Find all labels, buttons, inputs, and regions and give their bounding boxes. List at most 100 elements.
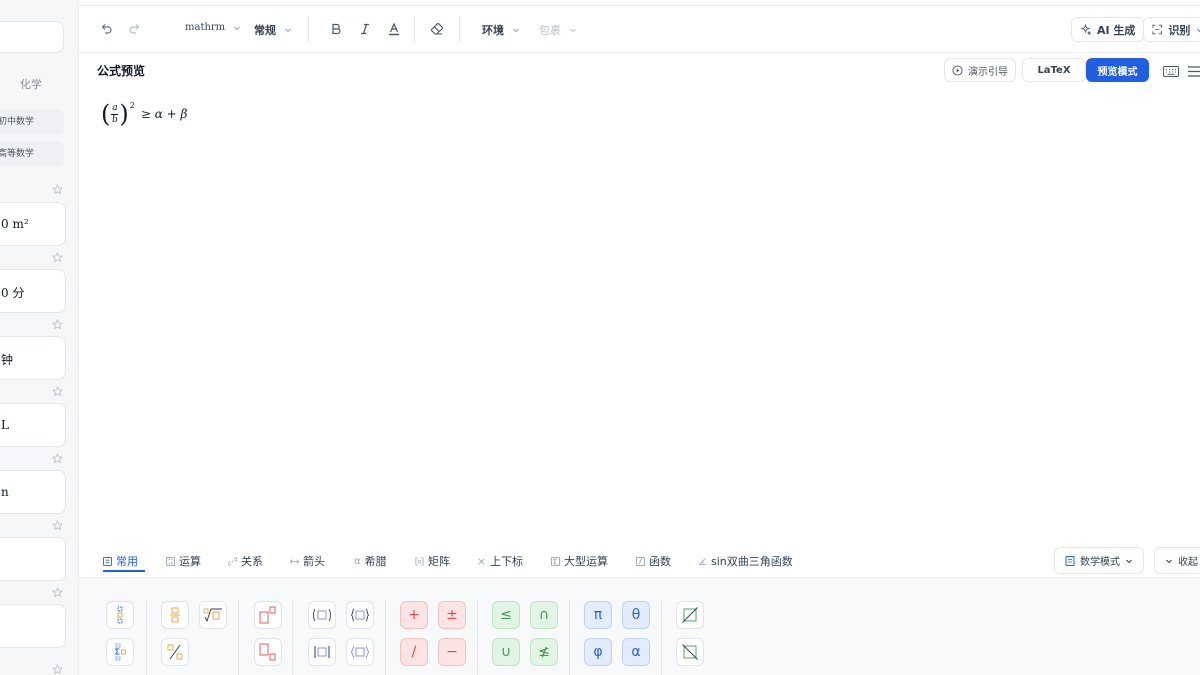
alpha-icon: α	[354, 555, 361, 567]
tab-common[interactable]: 常用	[103, 553, 138, 569]
ai-generate-button[interactable]: AI 生成	[1071, 17, 1145, 42]
redo-icon[interactable]	[128, 22, 142, 36]
plus-button[interactable]: +	[400, 601, 428, 629]
keyboard-icon[interactable]	[1163, 66, 1179, 77]
tab-operations[interactable]: 运算	[166, 553, 201, 569]
sidebar-card-text: 0 m²	[1, 217, 29, 231]
collapse-button[interactable]: 收起	[1154, 547, 1200, 574]
eraser-icon[interactable]	[430, 22, 444, 36]
sidebar-chip-advanced-math[interactable]: 高等数学	[0, 141, 64, 167]
tab-relations[interactable]: 关系	[228, 553, 263, 569]
sidebar-card[interactable]	[0, 604, 66, 648]
sidebar-tab-chemistry[interactable]: 化学	[20, 76, 42, 92]
star-icon[interactable]	[52, 664, 63, 675]
intersection-button[interactable]: ∩	[530, 601, 558, 629]
cross-cancel-template-button[interactable]	[676, 638, 704, 666]
sidebar-card[interactable]: n	[0, 470, 66, 514]
star-icon[interactable]	[52, 453, 63, 464]
tab-matrix[interactable]: 矩阵	[415, 553, 450, 569]
recognize-button[interactable]: 识别	[1143, 17, 1200, 42]
tab-large-operators[interactable]: 大型运算	[551, 553, 608, 569]
star-icon[interactable]	[52, 252, 63, 263]
tab-label: 上下标	[490, 555, 523, 568]
scan-icon	[1152, 24, 1162, 35]
undo-icon[interactable]	[99, 22, 113, 36]
star-icon[interactable]	[52, 520, 63, 531]
font-family-select[interactable]: mathrm	[185, 22, 241, 33]
guide-button[interactable]: 演示引导	[944, 58, 1016, 82]
star-icon[interactable]	[52, 319, 63, 330]
stack-template-button[interactable]	[106, 601, 134, 629]
tab-greek[interactable]: α 希腊	[354, 553, 387, 569]
document-icon	[1065, 555, 1075, 566]
fraction-template-button[interactable]	[161, 601, 189, 629]
wrap-label: 包裹	[539, 24, 561, 37]
sidebar-card[interactable]: 钟	[0, 336, 66, 380]
sidebar-chip-junior-math[interactable]: 初中数学	[0, 109, 64, 135]
theta-button[interactable]: θ	[622, 601, 650, 629]
environment-select[interactable]: 环境	[482, 22, 520, 38]
less-equal-button[interactable]: ≤	[492, 601, 520, 629]
star-icon[interactable]	[52, 587, 63, 598]
font-style-select[interactable]: 常规	[254, 22, 292, 38]
preview-title: 公式预览	[97, 64, 146, 78]
ai-generate-label: AI 生成	[1097, 23, 1136, 37]
abs-template-button[interactable]	[308, 638, 336, 666]
tab-scripts[interactable]: 上下标	[477, 553, 523, 569]
collapse-label: 收起	[1178, 557, 1198, 568]
parentheses-template-button[interactable]	[308, 601, 336, 629]
angle-brackets-template-button[interactable]	[346, 638, 374, 666]
bold-icon[interactable]	[329, 22, 343, 36]
symbol-category-tabs: 常用 运算 关系 箭头 α 希腊 矩阵 上下标 大型运算 函数 sin双曲三角函…	[79, 540, 1200, 577]
root-template-button[interactable]	[199, 601, 227, 629]
menu-icon[interactable]	[1188, 66, 1200, 77]
sidebar-card-text: 钟	[1, 353, 14, 367]
plus-minus-button[interactable]: ±	[438, 601, 466, 629]
sidebar-card[interactable]	[0, 537, 66, 581]
tab-functions[interactable]: 函数	[636, 553, 671, 569]
star-icon[interactable]	[52, 386, 63, 397]
formula-preview[interactable]: ( a b ) 2 ≥ α + β	[101, 99, 187, 129]
font-family-value: mathrm	[185, 22, 226, 33]
preview-mode-button[interactable]: 预览模式	[1086, 58, 1149, 82]
wrap-select[interactable]: 包裹	[539, 22, 577, 38]
latex-mode-button[interactable]: LaTeX	[1022, 58, 1086, 82]
chevron-down-icon	[234, 26, 241, 30]
phi-button[interactable]: φ	[584, 638, 612, 666]
divide-button[interactable]: /	[400, 638, 428, 666]
sidebar-card[interactable]: 0 分	[0, 269, 66, 313]
tab-hyperbolic[interactable]: sin双曲三角函数	[698, 553, 793, 569]
text-color-icon[interactable]	[387, 22, 401, 36]
calculator-icon	[166, 556, 175, 566]
math-mode-select[interactable]: 数学模式	[1054, 547, 1144, 574]
minus-button[interactable]: −	[438, 638, 466, 666]
braces-template-button[interactable]	[346, 601, 374, 629]
sidebar-card[interactable]: 0 m²	[0, 202, 66, 246]
link-icon	[228, 556, 237, 566]
star-icon[interactable]	[52, 184, 63, 195]
tab-label: 常用	[116, 555, 138, 568]
editor-toolbar: mathrm 常规 环境 包裹 AI 生成 识别	[79, 6, 1200, 53]
guide-label: 演示引导	[968, 66, 1008, 78]
slash-fraction-template-button[interactable]	[161, 638, 189, 666]
numerator: a	[112, 102, 118, 113]
braces-icon	[350, 608, 370, 622]
chevron-down-icon	[1166, 559, 1172, 563]
subscript-template-button[interactable]	[254, 638, 282, 666]
pi-button[interactable]: π	[584, 601, 612, 629]
tab-label: sin双曲三角函数	[711, 555, 793, 568]
sidebar-card[interactable]: L	[0, 403, 66, 447]
cancel-template-button[interactable]	[676, 601, 704, 629]
sidebar-search-input[interactable]	[0, 21, 64, 53]
union-button[interactable]: ∪	[492, 638, 520, 666]
not-less-equal-button[interactable]: ≰	[530, 638, 558, 666]
subscript-icon	[259, 643, 276, 661]
italic-icon[interactable]	[358, 22, 372, 36]
tab-arrows[interactable]: 箭头	[290, 553, 325, 569]
superscript-template-button[interactable]	[254, 601, 282, 629]
tab-label: 希腊	[364, 555, 387, 568]
toolbar-divider	[459, 16, 460, 42]
strike-box-icon	[682, 607, 698, 623]
sum-limits-template-button[interactable]	[106, 638, 134, 666]
alpha-button[interactable]: α	[622, 638, 650, 666]
